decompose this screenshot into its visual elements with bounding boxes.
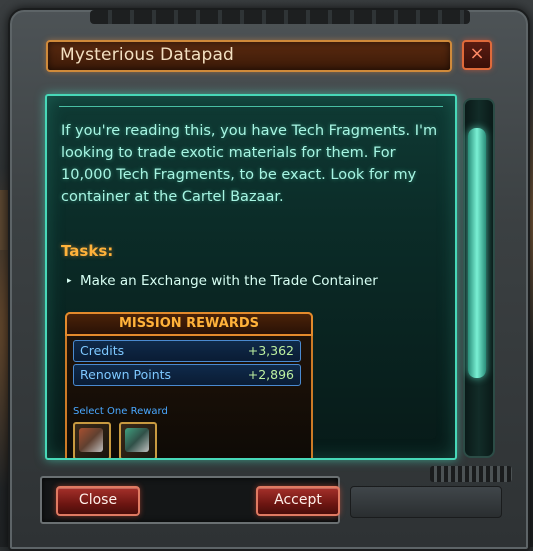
window-title: Mysterious Datapad: [60, 45, 235, 65]
reward-choice-2[interactable]: [119, 422, 157, 458]
bullet-arrow-icon: ▸: [67, 276, 72, 286]
accept-button[interactable]: Accept: [256, 486, 340, 516]
reward-value: +3,362: [247, 343, 294, 358]
frame-bottom-plate: [350, 486, 502, 518]
title-bar[interactable]: Mysterious Datapad: [46, 40, 452, 72]
close-icon: ×: [469, 43, 485, 64]
reward-item-icon: [79, 428, 103, 452]
reward-value: +2,896: [247, 367, 294, 382]
reward-choice-1[interactable]: [73, 422, 111, 458]
reward-label: Credits: [80, 343, 125, 358]
mission-content-panel: If you're reading this, you have Tech Fr…: [45, 94, 457, 460]
panel-divider: [59, 106, 443, 107]
frame-top-grille: [90, 10, 470, 24]
task-item: Make an Exchange with the Trade Containe…: [80, 273, 378, 289]
reward-row-renown: Renown Points +2,896: [73, 364, 301, 386]
reward-row-credits: Credits +3,362: [73, 340, 301, 362]
tasks-heading: Tasks:: [61, 242, 114, 260]
reward-item-icon: [125, 428, 149, 452]
mission-description: If you're reading this, you have Tech Fr…: [61, 123, 438, 205]
frame-vent-grille: [430, 466, 512, 482]
close-button[interactable]: Close: [56, 486, 140, 516]
reward-label: Renown Points: [80, 367, 172, 382]
rewards-title: MISSION REWARDS: [65, 312, 313, 336]
mission-rewards-box: MISSION REWARDS Credits +3,362 Renown Po…: [65, 312, 313, 458]
scrollbar-thumb[interactable]: [468, 128, 486, 378]
close-window-button[interactable]: ×: [462, 40, 492, 70]
select-one-reward-label: Select One Reward: [73, 406, 168, 417]
